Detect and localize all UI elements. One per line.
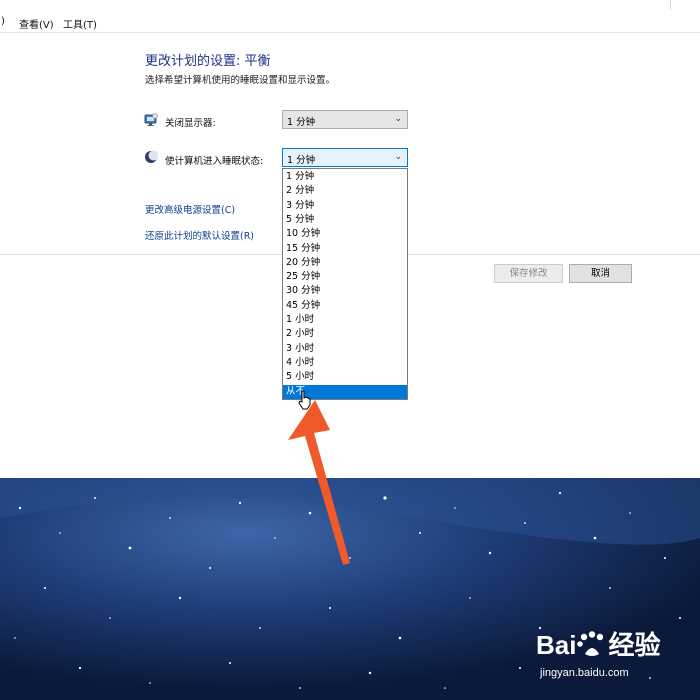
sleep-select[interactable]: 1 分钟 ⌄: [282, 148, 408, 167]
dropdown-option[interactable]: 2 小时: [283, 327, 407, 341]
display-off-value: 1 分钟: [287, 117, 316, 128]
paw-icon: [577, 631, 604, 656]
dropdown-option[interactable]: 5 小时: [283, 370, 407, 384]
dropdown-option[interactable]: 2 分钟: [283, 184, 407, 198]
chevron-down-icon: ⌄: [394, 114, 402, 124]
top-divider: [670, 0, 671, 10]
dropdown-option[interactable]: 3 小时: [283, 342, 407, 356]
sleep-label: 使计算机进入睡眠状态:: [165, 156, 264, 167]
sleep-dropdown-list: 1 分钟 2 分钟 3 分钟 5 分钟 10 分钟 15 分钟 20 分钟 25…: [282, 168, 408, 400]
watermark-url: jingyan.baidu.com: [540, 667, 629, 679]
dropdown-option[interactable]: 25 分钟: [283, 270, 407, 284]
dropdown-option[interactable]: 30 分钟: [283, 284, 407, 298]
menu-item-tools[interactable]: 工具(T): [63, 16, 97, 31]
window-top-strip: [0, 0, 700, 10]
dropdown-option[interactable]: 1 分钟: [283, 170, 407, 184]
dropdown-option[interactable]: 1 小时: [283, 313, 407, 327]
monitor-icon: [144, 113, 158, 126]
hand-cursor-icon: [298, 390, 311, 410]
advanced-power-settings-link[interactable]: 更改高级电源设置(C): [145, 202, 235, 216]
dropdown-option[interactable]: 4 小时: [283, 356, 407, 370]
display-off-select[interactable]: 1 分钟 ⌄: [282, 110, 408, 129]
watermark-brand: Bai 经验: [536, 630, 661, 660]
sleep-value: 1 分钟: [287, 155, 316, 166]
menu-bar: ) 查看(V) 工具(T): [0, 10, 700, 33]
chevron-down-icon: ⌄: [394, 152, 402, 162]
dropdown-option[interactable]: 20 分钟: [283, 256, 407, 270]
dropdown-option[interactable]: 45 分钟: [283, 299, 407, 313]
save-button[interactable]: 保存修改: [494, 264, 563, 283]
dropdown-option[interactable]: 10 分钟: [283, 227, 407, 241]
page-subtitle: 选择希望计算机使用的睡眠设置和显示设置。: [145, 75, 336, 86]
dropdown-option[interactable]: 5 分钟: [283, 213, 407, 227]
restore-defaults-link[interactable]: 还原此计划的默认设置(R): [145, 228, 254, 242]
moon-icon: [145, 150, 158, 163]
cancel-button[interactable]: 取消: [569, 264, 632, 283]
page-title: 更改计划的设置: 平衡: [145, 54, 271, 69]
dropdown-option[interactable]: 3 分钟: [283, 199, 407, 213]
menu-item-view[interactable]: 查看(V): [19, 16, 54, 31]
dropdown-option[interactable]: 15 分钟: [283, 242, 407, 256]
display-off-label: 关闭显示器:: [165, 118, 216, 129]
control-panel-window: ) 查看(V) 工具(T) 更改计划的设置: 平衡 选择希望计算机使用的睡眠设置…: [0, 0, 700, 478]
menu-item-partial[interactable]: ): [1, 16, 5, 27]
